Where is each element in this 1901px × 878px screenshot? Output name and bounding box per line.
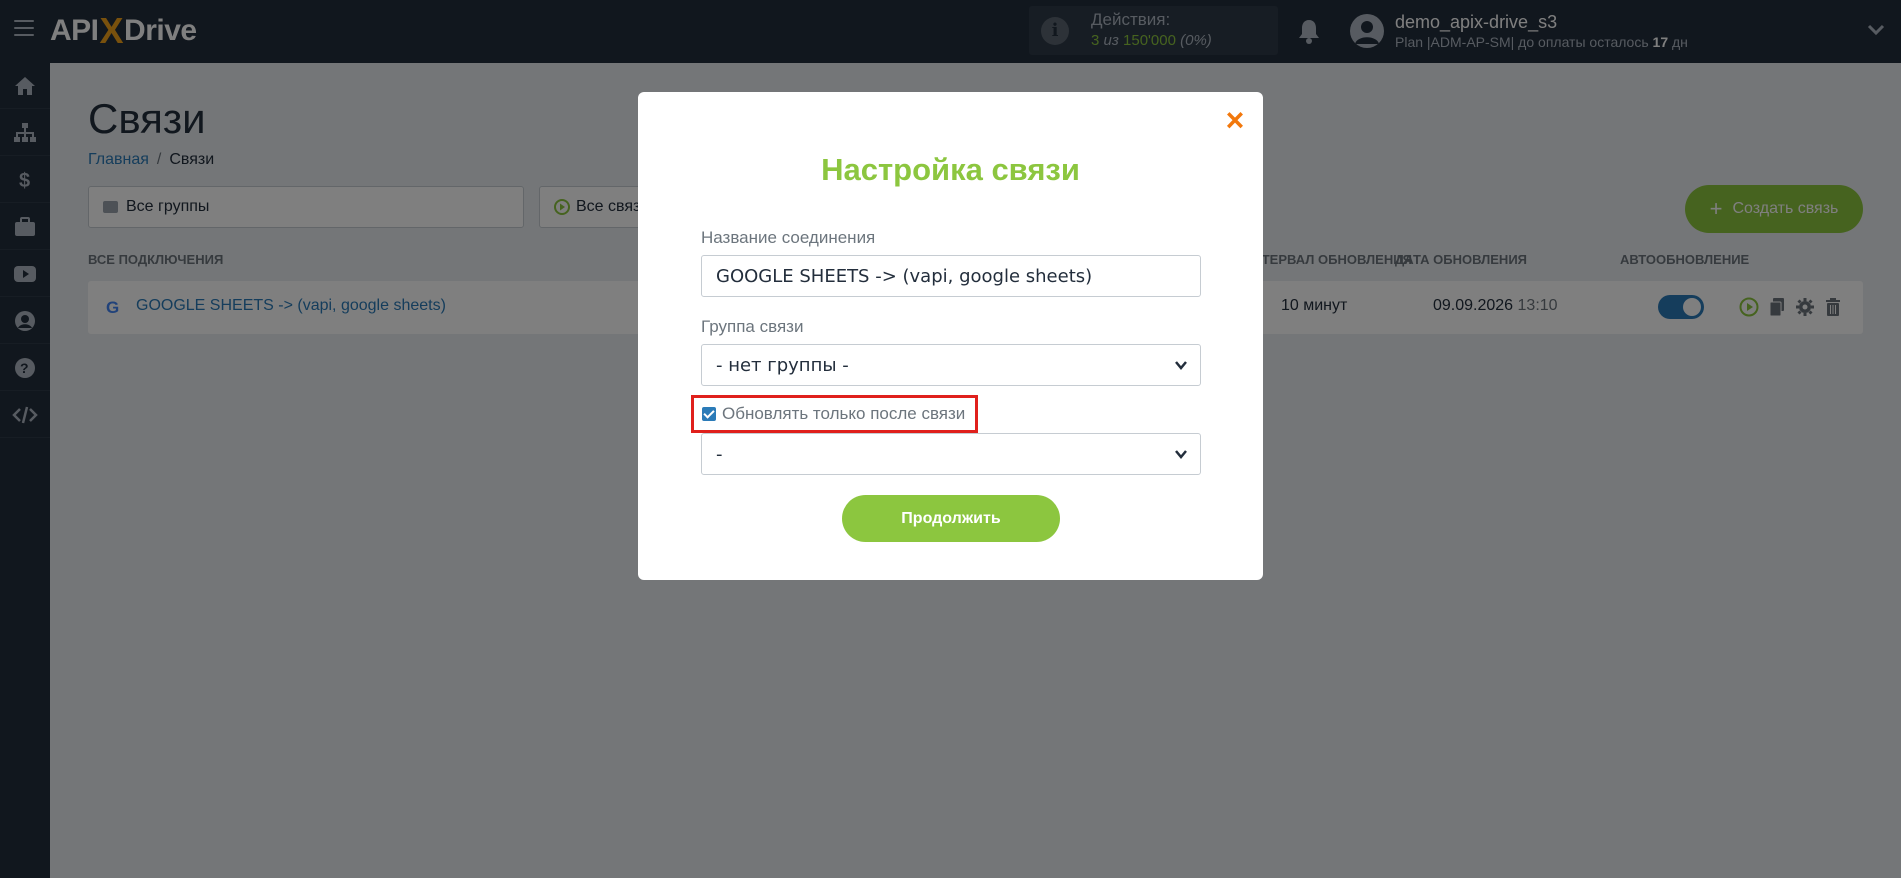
chevron-down-icon	[1175, 361, 1187, 370]
modal-title: Настройка связи	[821, 152, 1080, 187]
update-after-label: Обновлять только после связи	[722, 404, 966, 423]
update-after-checkbox[interactable]: Обновлять только после связи	[691, 395, 978, 433]
update-after-value: -	[716, 443, 723, 465]
connection-group-label: Группа связи	[701, 317, 804, 336]
connection-group-select[interactable]: - нет группы -	[701, 344, 1201, 386]
connection-settings-modal: × Настройка связи Название соединения GO…	[638, 92, 1263, 580]
connection-group-value: - нет группы -	[716, 354, 849, 376]
chevron-down-icon	[1175, 450, 1187, 459]
connection-name-value: GOOGLE SHEETS -> (vapi, google sheets)	[716, 265, 1093, 287]
connection-name-input[interactable]: GOOGLE SHEETS -> (vapi, google sheets)	[701, 255, 1201, 297]
update-after-select[interactable]: -	[701, 433, 1201, 475]
checkbox-checked-icon	[702, 407, 716, 421]
continue-button[interactable]: Продолжить	[842, 495, 1060, 542]
close-icon[interactable]: ×	[1221, 104, 1249, 136]
connection-name-label: Название соединения	[701, 228, 876, 247]
